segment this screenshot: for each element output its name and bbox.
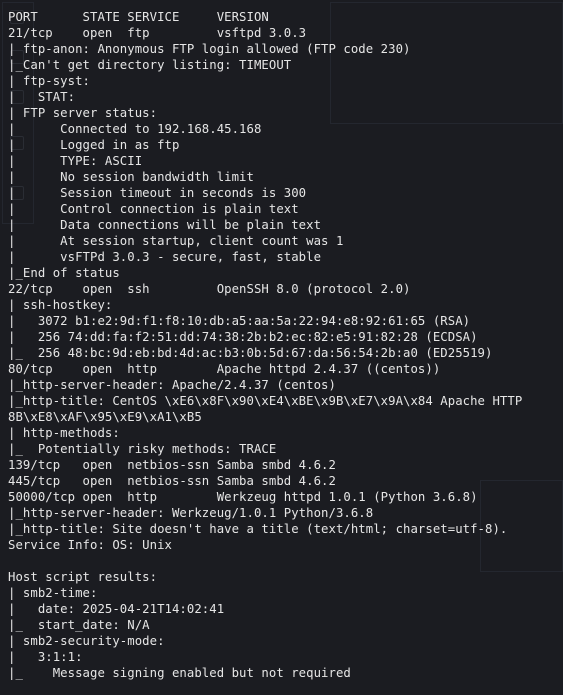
terminal-line: | ftp-anon: Anonymous FTP login allowed … <box>8 42 411 56</box>
terminal-line: 50000/tcp open http Werkzeug httpd 1.0.1… <box>8 490 478 504</box>
terminal-line: 21/tcp open ftp vsftpd 3.0.3 <box>8 26 307 40</box>
terminal-line: | vsFTPd 3.0.3 - secure, fast, stable <box>8 250 322 264</box>
terminal-line: |_ start_date: N/A <box>8 618 150 632</box>
terminal-line: 22/tcp open ssh OpenSSH 8.0 (protocol 2.… <box>8 282 411 296</box>
terminal-line: | http-methods: <box>8 426 120 440</box>
terminal-line: | TYPE: ASCII <box>8 154 143 168</box>
terminal-line: | Logged in as ftp <box>8 138 180 152</box>
terminal-line: 80/tcp open http Apache httpd 2.4.37 ((c… <box>8 362 441 376</box>
terminal-line: |_ 256 48:bc:9d:eb:bd:4d:ac:b3:0b:5d:67:… <box>8 346 493 360</box>
terminal-line: |_http-server-header: Werkzeug/1.0.1 Pyt… <box>8 506 374 520</box>
terminal-line: PORT STATE SERVICE VERSION <box>8 10 269 24</box>
terminal-line: 8B\xE8\xAF\x95\xE9\xA1\xB5 <box>8 410 202 424</box>
terminal-line: |_ Potentially risky methods: TRACE <box>8 442 277 456</box>
terminal-line: | STAT: <box>8 90 76 104</box>
terminal-line: | Data connections will be plain text <box>8 218 322 232</box>
terminal-line: | At session startup, client count was 1 <box>8 234 344 248</box>
terminal-line: | date: 2025-04-21T14:02:41 <box>8 602 225 616</box>
terminal-line: Host script results: <box>8 570 158 584</box>
terminal-line: | smb2-time: <box>8 586 98 600</box>
terminal-line: | ssh-hostkey: <box>8 298 113 312</box>
terminal-line: | Control connection is plain text <box>8 202 299 216</box>
terminal-line: Service Info: OS: Unix <box>8 538 172 552</box>
terminal-line: | Session timeout in seconds is 300 <box>8 186 307 200</box>
terminal-line: | 3:1:1: <box>8 650 83 664</box>
terminal-line: |_http-title: Site doesn't have a title … <box>8 522 508 536</box>
terminal-line: | No session bandwidth limit <box>8 170 254 184</box>
terminal-line: | Connected to 192.168.45.168 <box>8 122 262 136</box>
terminal-line: |_ Message signing enabled but not requi… <box>8 666 351 680</box>
terminal-output: PORT STATE SERVICE VERSION 21/tcp open f… <box>0 0 563 695</box>
terminal-line: | 256 74:dd:fa:f2:51:dd:74:38:2b:b2:ec:8… <box>8 330 478 344</box>
terminal-line: |_Can't get directory listing: TIMEOUT <box>8 58 292 72</box>
terminal-line: |_http-title: CentOS \xE6\x8F\x90\xE4\xB… <box>8 394 523 408</box>
terminal-line: | ftp-syst: <box>8 74 90 88</box>
terminal-line: | 3072 b1:e2:9d:f1:f8:10:db:a5:aa:5a:22:… <box>8 314 471 328</box>
terminal-line: |_End of status <box>8 266 120 280</box>
terminal-line: 445/tcp open netbios-ssn Samba smbd 4.6.… <box>8 474 336 488</box>
terminal-line: | FTP server status: <box>8 106 158 120</box>
terminal-line: |_http-server-header: Apache/2.4.37 (cen… <box>8 378 336 392</box>
terminal-line: | smb2-security-mode: <box>8 634 165 648</box>
terminal-line: 139/tcp open netbios-ssn Samba smbd 4.6.… <box>8 458 336 472</box>
